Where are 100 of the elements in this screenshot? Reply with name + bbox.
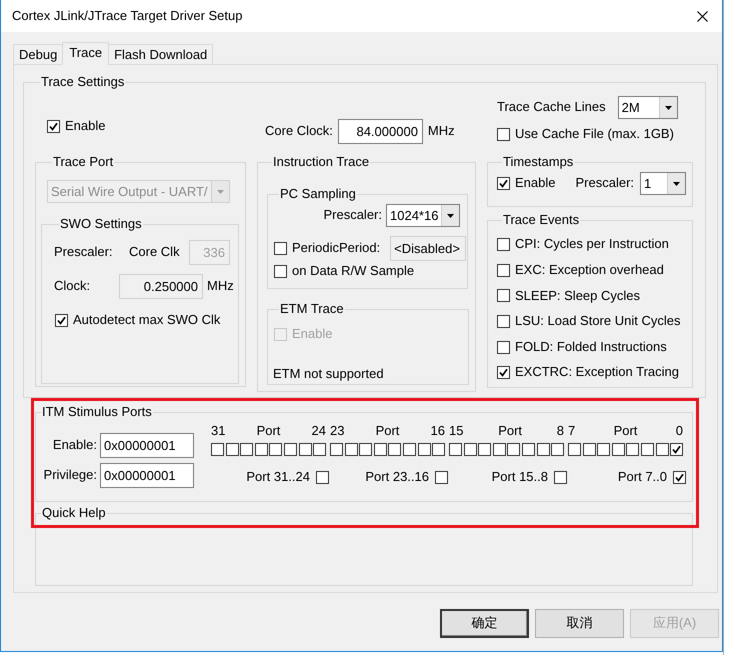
checkbox[interactable] [313, 443, 326, 456]
checkbox[interactable] [497, 238, 510, 252]
checkbox[interactable] [418, 443, 431, 456]
text-field[interactable]: <Disabled> [390, 236, 466, 260]
caret-icon [664, 106, 672, 110]
checkbox[interactable] [582, 443, 596, 456]
checkbox[interactable] [522, 443, 535, 456]
checkbox[interactable] [492, 443, 506, 456]
checkbox[interactable] [568, 443, 581, 456]
checkbox-label: on Data R/W Sample [292, 264, 414, 278]
text-field[interactable]: 0x00000001 [100, 433, 194, 458]
checkbox-label: Autodetect max SWO Clk [73, 312, 220, 328]
field-label: Prescaler: [575, 176, 634, 191]
checkbox[interactable] [274, 264, 287, 278]
bit-number: 23 [330, 424, 344, 438]
field-label: Port [376, 424, 400, 438]
checkbox[interactable] [359, 443, 372, 456]
field-label: Core Clock: [265, 124, 333, 138]
group-title: Trace Settings [40, 75, 126, 89]
text-field[interactable]: 84.000000 [338, 118, 423, 144]
checkbox[interactable] [497, 264, 510, 277]
checkbox[interactable] [211, 443, 224, 456]
field-label: Core Clk [129, 244, 180, 260]
checkbox[interactable] [432, 443, 446, 456]
text-field[interactable]: 0x00000001 [100, 463, 194, 488]
checkbox[interactable] [449, 443, 462, 456]
checkbox[interactable] [536, 443, 550, 456]
tab[interactable]: Trace [62, 42, 110, 65]
checkbox[interactable] [673, 470, 686, 484]
group-title: Trace Events [502, 213, 580, 227]
checkbox[interactable] [507, 443, 520, 456]
checkbox[interactable] [254, 443, 268, 456]
checkbox[interactable] [284, 443, 297, 456]
group-title: Instruction Trace [272, 155, 370, 169]
group-title: Trace Port [52, 155, 114, 169]
group-title: ETM Trace [279, 302, 345, 316]
unit-label: MHz [207, 278, 234, 294]
field-label: Privilege: [42, 468, 97, 483]
caret-icon [447, 214, 454, 218]
bit-number: 7 [568, 424, 576, 438]
caret-icon [217, 190, 224, 194]
checkbox[interactable] [374, 443, 387, 456]
dropdown[interactable]: 1024*16 [386, 204, 460, 227]
field-label: Enable: [52, 438, 97, 453]
checkbox-label: Enable [515, 176, 556, 191]
checkbox-label: LSU: Load Store Unit Cycles [515, 314, 680, 330]
checkbox[interactable] [497, 340, 510, 354]
checkbox[interactable] [551, 443, 564, 456]
tab[interactable]: Debug [13, 44, 64, 65]
checkbox-label: EXC: Exception overhead [515, 262, 664, 278]
checkbox-label: FOLD: Folded Instructions [515, 340, 667, 355]
checkbox[interactable] [497, 128, 510, 140]
checkbox-label: Enable [292, 326, 332, 342]
checkbox[interactable] [388, 443, 402, 456]
window-title: Cortex JLink/JTrace Target Driver Setup [12, 8, 244, 24]
group-title: PC Sampling [279, 187, 357, 201]
checkbox[interactable] [554, 470, 567, 484]
dropdown[interactable]: 2M [618, 96, 678, 119]
checkbox[interactable] [626, 443, 640, 456]
checkbox[interactable] [670, 443, 684, 456]
checkbox[interactable] [298, 443, 312, 456]
checkbox-label: Port 23..16 [365, 470, 429, 485]
bit-number: 0 [676, 424, 683, 438]
checkbox[interactable] [435, 470, 448, 484]
field-label: Port [256, 424, 280, 438]
group-title: Timestamps [502, 155, 574, 169]
checkbox[interactable] [478, 443, 492, 456]
checkbox[interactable] [316, 470, 329, 484]
checkbox[interactable] [269, 443, 282, 456]
dialog-button[interactable]: 取消 [535, 609, 624, 638]
checkbox[interactable] [274, 242, 287, 254]
checkbox[interactable] [497, 177, 510, 190]
checkbox-label: Enable [65, 118, 106, 134]
dialog-button[interactable]: 确定 [440, 609, 529, 638]
checkbox-label: Port 31..24 [246, 470, 310, 485]
checkbox-label: CPI: Cycles per Instruction [515, 237, 669, 252]
checkbox-label: EXCTRC: Exception Tracing [515, 365, 680, 380]
checkbox[interactable] [47, 120, 60, 132]
dropdown[interactable]: 1 [640, 172, 686, 195]
field-label: Trace Cache Lines [497, 100, 606, 115]
field-label: Port [614, 424, 638, 438]
checkbox[interactable] [597, 443, 610, 456]
checkbox[interactable] [612, 443, 625, 456]
checkbox[interactable] [330, 443, 343, 456]
checkbox[interactable] [656, 443, 669, 456]
checkbox[interactable] [344, 443, 358, 456]
checkbox[interactable] [464, 443, 477, 456]
tab[interactable]: Flash Download [108, 44, 214, 65]
field-label: Port [498, 424, 522, 438]
checkbox-label: Port 7..0 [618, 470, 667, 485]
checkbox[interactable] [497, 315, 510, 328]
checkbox[interactable] [226, 443, 239, 456]
checkbox[interactable] [497, 289, 510, 302]
checkbox[interactable] [640, 443, 654, 456]
checkbox[interactable] [240, 443, 254, 456]
checkbox[interactable] [497, 366, 510, 380]
bit-number: 15 [449, 424, 464, 438]
status-text: ETM not supported [273, 366, 384, 381]
group-title: ITM Stimulus Ports [41, 405, 153, 419]
checkbox[interactable] [402, 443, 416, 456]
